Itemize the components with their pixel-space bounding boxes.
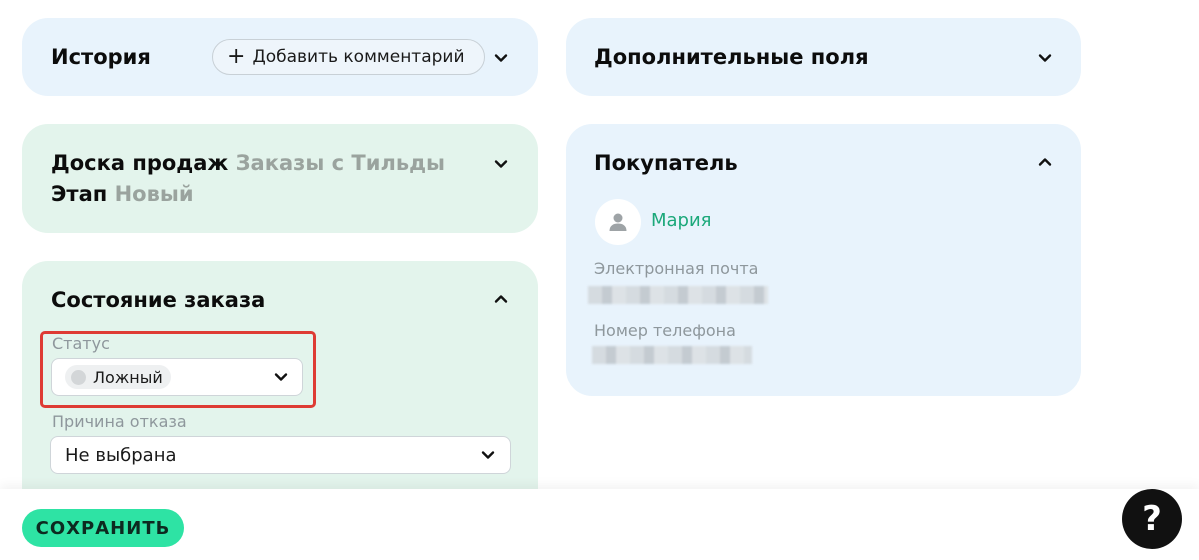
add-comment-button[interactable]: + Добавить комментарий [212,39,485,75]
bottom-action-bar: СОХРАНИТЬ [0,489,1199,560]
sales-board-line: Доска продаж Заказы с Тильды [51,151,445,175]
email-value-redacted [588,286,768,304]
chevron-down-icon [478,445,498,465]
avatar [595,199,641,245]
buyer-name-link[interactable]: Мария [651,210,712,231]
phone-value-redacted [592,346,752,364]
email-label: Электронная почта [594,259,759,278]
stage-value: Новый [114,182,194,206]
stage-line: Этап Новый [51,182,194,206]
add-comment-label: Добавить комментарий [252,47,465,67]
extra-fields-card[interactable]: Дополнительные поля [566,18,1081,96]
chevron-down-icon[interactable] [491,154,511,174]
chevron-down-icon[interactable] [1035,48,1055,68]
extra-fields-title: Дополнительные поля [594,45,869,69]
reject-reason-value: Не выбрана [65,444,177,466]
plus-icon: + [227,44,246,69]
reject-reason-label: Причина отказа [52,412,187,431]
board-label: Доска продаж [51,151,229,175]
history-card: История + Добавить комментарий [22,18,538,96]
user-icon [609,213,627,231]
phone-label: Номер телефона [594,321,736,340]
chevron-up-icon[interactable] [491,289,511,309]
history-title: История [51,45,151,69]
help-button[interactable]: ? [1122,489,1182,549]
order-state-title: Состояние заказа [51,288,266,312]
buyer-title: Покупатель [594,151,738,175]
stage-label: Этап [51,182,108,206]
buyer-card: Покупатель Мария Электронная почта Номер… [566,124,1081,396]
status-highlight-frame [40,331,316,408]
reject-reason-select[interactable]: Не выбрана [50,436,511,474]
chevron-up-icon[interactable] [1035,152,1055,172]
save-button[interactable]: СОХРАНИТЬ [22,509,184,547]
sales-board-card[interactable]: Доска продаж Заказы с Тильды Этап Новый [22,124,538,233]
chevron-down-icon[interactable] [491,48,511,68]
board-value: Заказы с Тильды [235,151,446,175]
